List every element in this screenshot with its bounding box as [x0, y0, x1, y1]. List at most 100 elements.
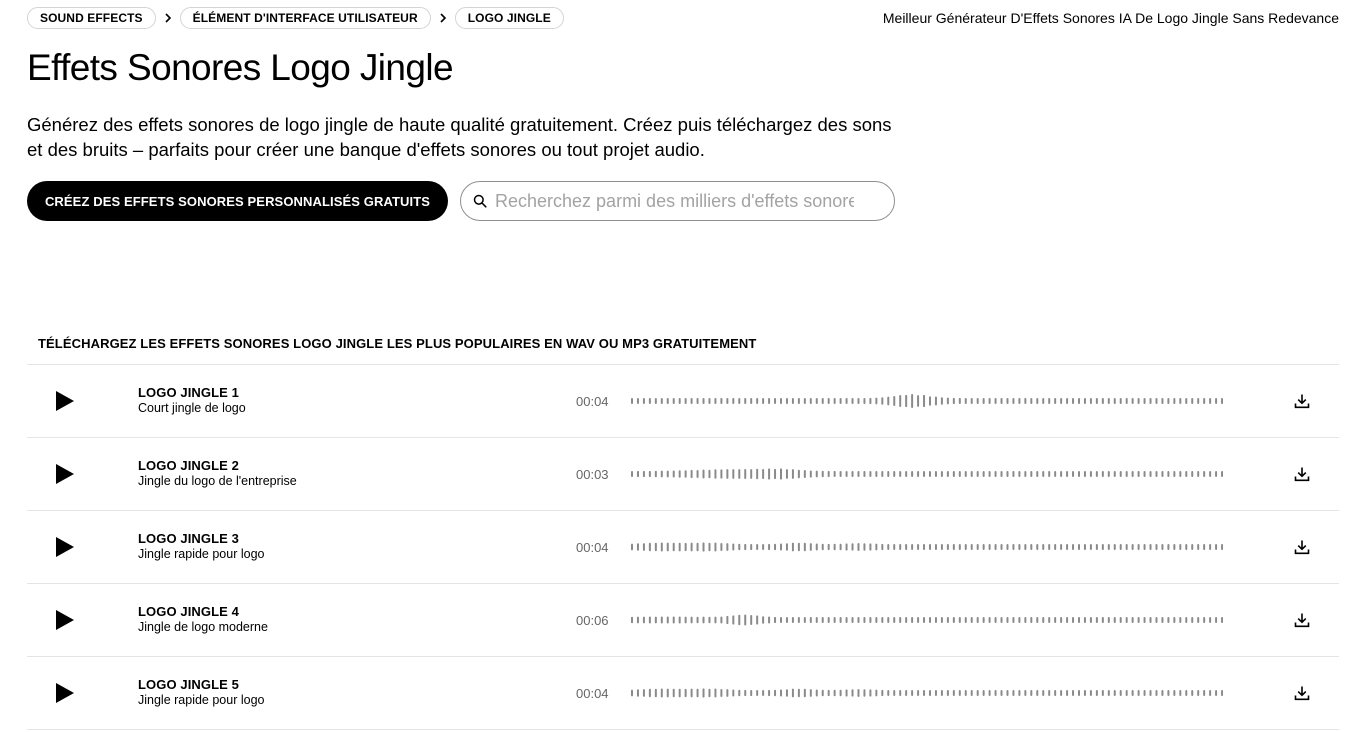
play-button[interactable] — [53, 608, 77, 632]
waveform-bar — [636, 689, 639, 697]
waveform-bar — [1101, 544, 1104, 550]
section-heading: TÉLÉCHARGEZ LES EFFETS SONORES LOGO JING… — [38, 336, 757, 351]
waveform-bar — [827, 398, 830, 404]
waveform-bar — [988, 471, 991, 477]
waveform-bar — [803, 617, 806, 623]
waveform-bar — [1089, 617, 1092, 623]
waveform[interactable] — [631, 533, 1223, 561]
waveform-bar — [1209, 617, 1212, 623]
waveform-bar — [1066, 398, 1069, 404]
download-button[interactable] — [1293, 538, 1311, 556]
waveform-bar — [940, 617, 943, 623]
waveform-bar — [1173, 617, 1176, 623]
breadcrumb-item-logo-jingle[interactable]: LOGO JINGLE — [454, 7, 564, 29]
waveform-bar — [994, 617, 997, 623]
waveform[interactable] — [631, 387, 1223, 415]
waveform-bar — [1125, 544, 1128, 550]
waveform-bar — [1197, 471, 1200, 477]
waveform-bar — [732, 469, 735, 479]
sound-description: Jingle de logo moderne — [138, 620, 268, 634]
waveform-bar — [1155, 690, 1158, 696]
waveform-bar — [1167, 471, 1170, 477]
play-button[interactable] — [53, 462, 77, 486]
waveform-bar — [642, 398, 645, 404]
waveform-bar — [940, 397, 943, 405]
waveform-bar — [1161, 617, 1164, 623]
create-sound-effects-button[interactable]: CRÉEZ DES EFFETS SONORES PERSONNALISÉS G… — [27, 181, 448, 221]
waveform-bar — [1000, 617, 1003, 623]
waveform-bar — [1137, 617, 1140, 623]
waveform-bar — [970, 471, 973, 477]
waveform-bar — [768, 398, 771, 404]
waveform-bar — [1030, 617, 1033, 623]
waveform-bar — [660, 616, 663, 624]
waveform-bar — [642, 470, 645, 478]
waveform-bar — [1131, 617, 1134, 623]
waveform-bar — [1185, 544, 1188, 550]
chevron-right-icon — [431, 13, 455, 23]
search-box[interactable] — [460, 181, 895, 221]
waveform-bar — [982, 471, 985, 477]
waveform-bar — [1125, 471, 1128, 477]
breadcrumb-item-ui-element[interactable]: ÉLÉMENT D'INTERFACE UTILISATEUR — [179, 7, 431, 29]
waveform-bar — [720, 616, 723, 624]
waveform-bar — [952, 397, 955, 405]
waveform-bar — [672, 542, 675, 552]
waveform-bar — [780, 689, 782, 697]
sound-row: LOGO JINGLE 4 Jingle de logo moderne 00:… — [27, 584, 1339, 657]
waveform[interactable] — [631, 606, 1223, 634]
waveform-bar — [1066, 544, 1069, 550]
waveform-bar — [797, 469, 800, 479]
waveform-bar — [1089, 398, 1092, 404]
waveform-bar — [845, 470, 848, 478]
download-icon — [1294, 394, 1310, 409]
waveform-bar — [1221, 544, 1223, 550]
waveform-bar — [970, 544, 973, 550]
waveform-bar — [1048, 690, 1051, 696]
waveform-bar — [642, 616, 645, 624]
waveform-bar — [1036, 398, 1039, 404]
waveform-bar — [952, 471, 955, 477]
waveform-bar — [1113, 398, 1116, 404]
waveform-bar — [1101, 398, 1104, 404]
play-button[interactable] — [53, 535, 77, 559]
waveform-bar — [1018, 617, 1021, 623]
waveform-bar — [1173, 690, 1176, 696]
waveform[interactable] — [631, 679, 1223, 707]
download-button[interactable] — [1293, 465, 1311, 483]
breadcrumb-item-sound-effects[interactable]: SOUND EFFECTS — [27, 7, 156, 29]
waveform-bar — [994, 398, 997, 404]
waveform-bar — [964, 471, 967, 477]
waveform-bar — [702, 616, 705, 624]
sound-description: Jingle rapide pour logo — [138, 547, 265, 561]
play-button[interactable] — [53, 389, 77, 413]
download-button[interactable] — [1293, 684, 1311, 702]
waveform-bar — [940, 544, 943, 550]
waveform[interactable] — [631, 460, 1223, 488]
waveform-bar — [1042, 690, 1045, 696]
waveform-bar — [923, 690, 926, 696]
download-button[interactable] — [1293, 611, 1311, 629]
waveform-bar — [1107, 690, 1110, 696]
page-title: Effets Sonores Logo Jingle — [27, 47, 454, 88]
waveform-bar — [946, 397, 949, 405]
waveform-bar — [964, 544, 967, 550]
waveform-bar — [1095, 544, 1098, 550]
search-input[interactable] — [495, 190, 854, 212]
waveform-bar — [1107, 398, 1110, 404]
waveform-bar — [1078, 690, 1080, 696]
waveform-bar — [780, 398, 782, 404]
waveform-bar — [785, 398, 788, 404]
waveform-bar — [1149, 471, 1152, 477]
waveform-bar — [1024, 544, 1027, 550]
waveform-bar — [1018, 398, 1021, 404]
waveform-bar — [917, 617, 920, 623]
waveform-bar — [940, 690, 943, 696]
download-button[interactable] — [1293, 392, 1311, 410]
waveform-bar — [815, 470, 818, 478]
play-button[interactable] — [53, 681, 77, 705]
waveform-bar — [738, 543, 741, 551]
waveform-bar — [1209, 398, 1212, 404]
waveform-bar — [988, 617, 991, 623]
sound-title: LOGO JINGLE 2 — [138, 458, 239, 473]
